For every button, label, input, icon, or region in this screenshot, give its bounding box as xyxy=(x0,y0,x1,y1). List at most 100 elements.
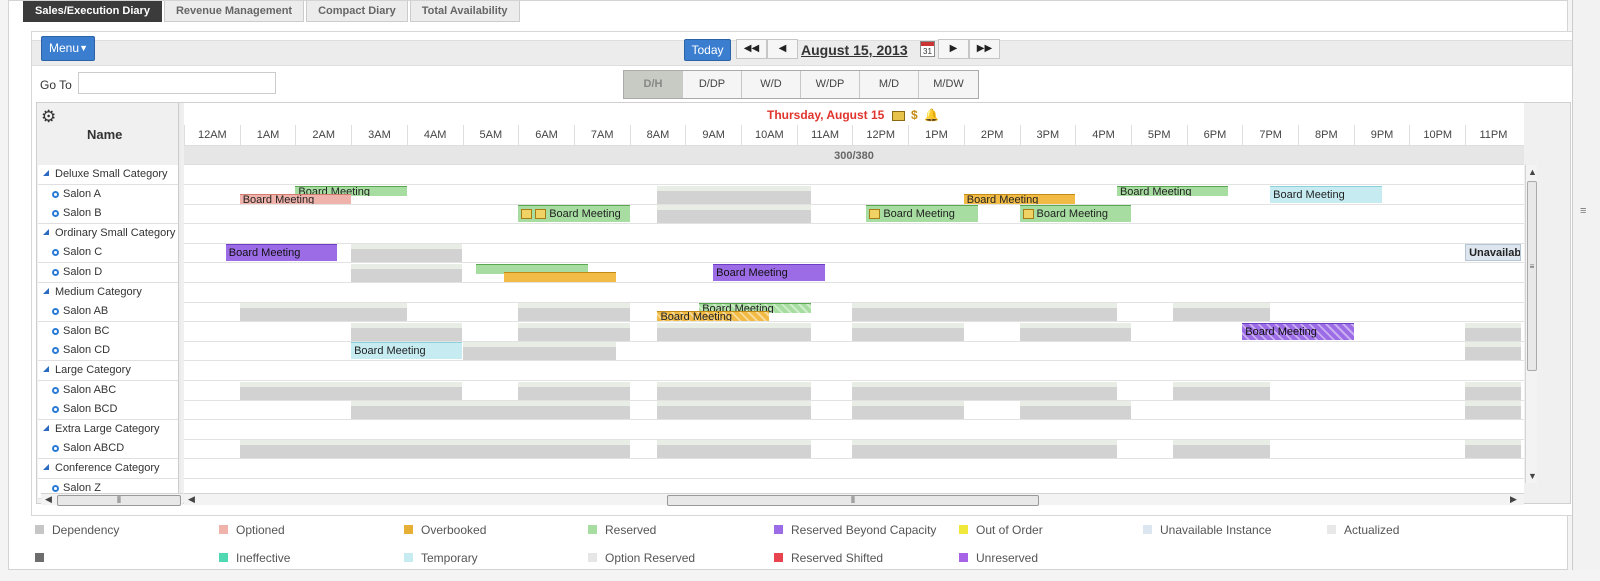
tool-icon xyxy=(1022,209,1034,220)
resource-row-salon-b[interactable]: Salon B xyxy=(38,204,178,225)
legend-label: Optioned xyxy=(236,523,285,537)
legend-label: Temporary xyxy=(421,551,478,565)
resource-circle-icon xyxy=(52,269,59,276)
collapse-triangle-icon[interactable] xyxy=(43,424,49,431)
category-row-ordinary-small-category[interactable]: Ordinary Small Category xyxy=(38,223,178,244)
category-row-conference-category[interactable]: Conference Category xyxy=(38,459,178,479)
timeline-row[interactable] xyxy=(184,459,1524,479)
menu-button-label: Menu xyxy=(49,41,80,55)
timeline-horizontal-scrollbar[interactable]: ◀ ⦀ ▶ xyxy=(184,493,1524,506)
collapse-triangle-icon[interactable] xyxy=(43,228,49,235)
current-date-link[interactable]: August 15, 2013 xyxy=(801,42,908,58)
scroll-down-icon[interactable]: ▼ xyxy=(1528,471,1537,481)
booking-board-meeting[interactable]: Board Meeting xyxy=(1242,322,1354,340)
resource-row-salon-bcd[interactable]: Salon BCD xyxy=(38,400,178,421)
lock-icon xyxy=(535,209,547,220)
booking-board-meeting[interactable]: Board Meeting xyxy=(1116,185,1229,196)
goto-input[interactable] xyxy=(78,72,276,94)
legend-item-unreserved: Unreserved xyxy=(959,551,1038,565)
timeline-row[interactable] xyxy=(184,420,1524,440)
resource-row-salon-d[interactable]: Salon D xyxy=(38,263,178,283)
view-w-dp[interactable]: W/DP xyxy=(801,71,860,98)
hour-label: 10AM xyxy=(741,125,797,145)
view-d-dp[interactable]: D/DP xyxy=(683,71,742,98)
view-m-dw[interactable]: M/DW xyxy=(919,71,978,98)
hour-label: 8AM xyxy=(629,125,686,145)
scroll-left-icon[interactable]: ◀ xyxy=(45,494,52,505)
scroll-grip-icon[interactable]: ≡ xyxy=(1580,205,1592,217)
category-row-deluxe-small-category[interactable]: Deluxe Small Category xyxy=(38,165,178,185)
column-splitter[interactable] xyxy=(178,103,181,493)
legend-label: Unreserved xyxy=(976,551,1039,565)
row-label: Salon Z xyxy=(63,481,101,494)
timeline-row[interactable] xyxy=(184,479,1524,493)
legend-label: Option Reserved xyxy=(605,551,696,565)
vertical-scrollbar[interactable]: ▲ ≡ ▼ xyxy=(1525,165,1537,483)
booking-board-meeting[interactable]: Board Meeting xyxy=(351,342,463,360)
scroll-left-icon[interactable]: ◀ xyxy=(188,494,195,505)
timeline-scroll-thumb[interactable]: ⦀ xyxy=(667,495,1039,506)
hour-scale: 12AM 1AM 2AM 3AM 4AM 5AM 6AM 7AM 8AM 9AM 10AM 11AM 1… xyxy=(184,125,1524,145)
timeline-row[interactable] xyxy=(184,224,1524,244)
resource-circle-icon xyxy=(52,445,59,453)
booking-board-meeting[interactable]: Board Meeting xyxy=(518,205,630,223)
collapse-triangle-icon[interactable] xyxy=(43,366,49,372)
previous-button[interactable]: ◀ xyxy=(767,39,798,59)
next-button[interactable]: ▶ xyxy=(938,39,969,59)
hour-label: 11AM xyxy=(796,125,853,145)
left-horizontal-scrollbar[interactable]: ◀ ⦀ xyxy=(41,493,183,506)
tab-revenue-management[interactable]: Revenue Management xyxy=(163,1,305,22)
scroll-up-icon[interactable]: ▲ xyxy=(1528,167,1537,177)
timeline-row[interactable] xyxy=(184,361,1524,381)
resource-row-salon-ab[interactable]: Salon AB xyxy=(38,302,178,323)
resource-row-salon-cd[interactable]: Salon CD xyxy=(38,341,178,362)
tab-compact-diary[interactable]: Compact Diary xyxy=(306,1,408,22)
legend-swatch xyxy=(219,525,228,534)
booking-board-meeting[interactable]: Board Meeting xyxy=(713,264,825,281)
timeline: Thursday, August 15 $ 🔔 12AM 1AM 2AM 3AM 4AM… xyxy=(184,103,1524,493)
left-scroll-thumb[interactable]: ⦀ xyxy=(57,495,181,506)
booking-block[interactable] xyxy=(504,272,616,282)
booking-board-meeting[interactable]: Board Meeting xyxy=(963,193,1076,204)
booking-board-meeting[interactable]: Board Meeting xyxy=(866,205,978,223)
collapse-triangle-icon[interactable] xyxy=(43,464,49,470)
timeline-row[interactable] xyxy=(184,204,1524,225)
resource-row-salon-abcd[interactable]: Salon ABCD xyxy=(38,439,178,460)
tab-sales-execution-diary[interactable]: Sales/Execution Diary xyxy=(23,1,162,22)
today-button[interactable]: Today xyxy=(684,39,731,61)
collapse-triangle-icon[interactable] xyxy=(43,287,49,294)
category-row-medium-category[interactable]: Medium Category xyxy=(38,282,178,303)
view-d-h[interactable]: D/H xyxy=(624,71,683,98)
booking-board-meeting[interactable]: Board Meeting xyxy=(225,244,338,262)
booking-label: Board Meeting xyxy=(1273,188,1345,201)
booking-board-meeting[interactable]: Board Meeting xyxy=(657,311,769,322)
timeline-row[interactable] xyxy=(184,165,1524,185)
resource-row-salon-a[interactable]: Salon A xyxy=(38,184,178,205)
first-page-button[interactable]: ◀◀ xyxy=(736,39,767,59)
tab-total-availability[interactable]: Total Availability xyxy=(409,1,520,22)
legend-swatch xyxy=(959,553,968,562)
resource-circle-icon xyxy=(52,484,59,492)
scroll-right-icon[interactable]: ▶ xyxy=(1510,494,1517,505)
calendar-icon[interactable]: 31 xyxy=(920,41,935,57)
category-row-extra-large-category[interactable]: Extra Large Category xyxy=(38,419,178,440)
menu-button[interactable]: Menu ▼ xyxy=(41,36,95,61)
row-label: Salon B xyxy=(63,207,102,220)
page-scrollbar[interactable]: ≡ xyxy=(1572,0,1600,570)
timeline-row[interactable] xyxy=(184,283,1524,303)
resource-row-salon-abc[interactable]: Salon ABC xyxy=(38,380,178,401)
resource-row-salon-bc[interactable]: Salon BC xyxy=(38,321,178,342)
vertical-scroll-thumb[interactable]: ≡ xyxy=(1527,181,1537,371)
collapse-triangle-icon[interactable] xyxy=(43,170,49,176)
row-label: Salon D xyxy=(63,266,103,278)
gear-icon[interactable]: ⚙ xyxy=(41,107,56,127)
category-row-large-category[interactable]: Large Category xyxy=(38,361,178,381)
booking-board-meeting[interactable]: Board Meeting xyxy=(239,193,352,204)
booking-unavailable[interactable]: Unavailable xyxy=(1465,244,1521,262)
booking-board-meeting[interactable]: Board Meeting xyxy=(1019,205,1131,223)
view-m-d[interactable]: M/D xyxy=(860,71,919,98)
resource-row-salon-c[interactable]: Salon C xyxy=(38,243,178,264)
view-w-d[interactable]: W/D xyxy=(742,71,801,98)
last-page-button[interactable]: ▶▶ xyxy=(969,39,1000,59)
booking-board-meeting[interactable]: Board Meeting xyxy=(1270,185,1382,203)
